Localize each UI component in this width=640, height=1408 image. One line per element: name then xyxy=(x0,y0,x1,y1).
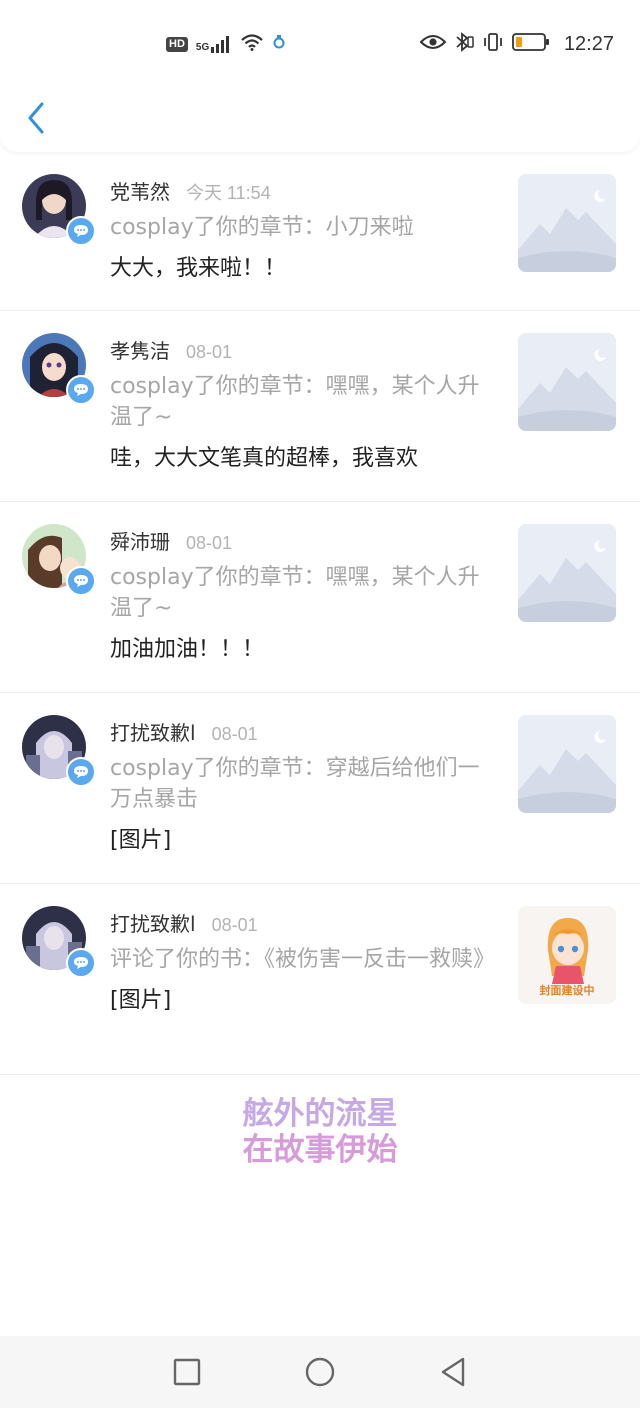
avatar[interactable] xyxy=(22,174,96,246)
image-placeholder-icon xyxy=(518,715,616,813)
user-name[interactable]: 党苇然 xyxy=(110,176,170,205)
vibrate-icon xyxy=(482,31,504,57)
signature-line-1: 舷外的流星 xyxy=(242,1096,398,1132)
user-name[interactable]: 打扰致歉l xyxy=(110,717,196,746)
notification-list: 党苇然 今天 11:54 cosplay了你的章节：小刀来啦 大大，我来啦！！ … xyxy=(0,152,640,1075)
action-text: cosplay了你的章节：嘿嘿，某个人升温了~ xyxy=(110,374,480,430)
action-text: cosplay了你的章节：小刀来啦 xyxy=(110,215,414,240)
chat-bubble-icon xyxy=(66,948,96,978)
chapter-thumbnail[interactable] xyxy=(518,174,616,272)
image-placeholder-icon xyxy=(518,333,616,431)
action-text: cosplay了你的章节：穿越后给他们一万点暴击 xyxy=(110,756,480,812)
signature-line-2: 在故事伊始 xyxy=(242,1132,398,1168)
back-triangle-icon xyxy=(442,1357,465,1387)
nav-back-button[interactable] xyxy=(433,1352,473,1392)
user-name[interactable]: 舜沛珊 xyxy=(110,526,170,555)
list-item[interactable]: 孝隽洁 08-01 cosplay了你的章节：嘿嘿，某个人升温了~ 哇，大大文笔… xyxy=(0,311,640,502)
chat-bubble-icon xyxy=(66,566,96,596)
recent-apps-button[interactable] xyxy=(167,1352,207,1392)
wifi-icon xyxy=(240,33,264,55)
avatar[interactable] xyxy=(22,524,96,596)
avatar[interactable] xyxy=(22,906,96,978)
hd-icon: HD xyxy=(166,36,188,52)
chapter-thumbnail[interactable] xyxy=(518,333,616,431)
comment-text: 加油加油！！！ xyxy=(110,637,265,662)
recent-apps-icon xyxy=(173,1358,200,1386)
timestamp: 08-01 xyxy=(186,533,233,553)
timestamp: 08-01 xyxy=(211,915,258,935)
timestamp: 08-01 xyxy=(211,724,258,744)
chapter-thumbnail[interactable] xyxy=(518,715,616,813)
signal-label: 5G xyxy=(195,42,210,53)
chapter-thumbnail[interactable] xyxy=(518,524,616,622)
status-time: 12:27 xyxy=(563,32,614,55)
home-button[interactable] xyxy=(300,1352,340,1392)
image-placeholder-icon xyxy=(518,524,616,622)
eye-icon xyxy=(419,34,447,54)
notification-icon xyxy=(272,34,286,54)
book-cover-thumbnail[interactable]: 封面建设中 xyxy=(518,906,616,1004)
signature-text: 舷外的流星 在故事伊始 xyxy=(0,1096,640,1168)
battery-icon xyxy=(512,32,550,56)
avatar[interactable] xyxy=(22,333,96,405)
list-item[interactable]: 打扰致歉l 08-01 cosplay了你的章节：穿越后给他们一万点暴击 [图片… xyxy=(0,693,640,884)
user-name[interactable]: 打扰致歉l xyxy=(110,908,196,937)
back-button[interactable] xyxy=(18,98,54,138)
comment-text: 哇，大大文笔真的超棒，我喜欢 xyxy=(110,446,419,471)
chat-bubble-icon xyxy=(66,216,96,246)
avatar[interactable] xyxy=(22,715,96,787)
bluetooth-icon xyxy=(454,31,474,57)
cover-label: 封面建设中 xyxy=(539,984,595,997)
action-text: 评论了你的书：《被伤害一反击一救赎》 xyxy=(110,947,496,972)
comment-text: [图片] xyxy=(110,988,172,1013)
image-placeholder-icon xyxy=(518,174,616,272)
timestamp: 08-01 xyxy=(186,342,233,362)
list-item[interactable]: 党苇然 今天 11:54 cosplay了你的章节：小刀来啦 大大，我来啦！！ xyxy=(0,152,640,311)
list-item[interactable]: 舜沛珊 08-01 cosplay了你的章节：嘿嘿，某个人升温了~ 加油加油！！… xyxy=(0,502,640,693)
comment-text: 大大，我来啦！！ xyxy=(110,256,287,281)
comment-text: [图片] xyxy=(110,828,172,853)
user-name[interactable]: 孝隽洁 xyxy=(110,335,170,364)
system-nav-bar xyxy=(0,1336,640,1408)
chat-bubble-icon xyxy=(66,375,96,405)
page-header xyxy=(0,88,640,152)
list-item[interactable]: 打扰致歉l 08-01 评论了你的书：《被伤害一反击一救赎》 [图片] 封面建设… xyxy=(0,884,640,1075)
chat-bubble-icon xyxy=(66,757,96,787)
chevron-left-icon xyxy=(28,102,44,134)
status-bar: HD 5G 12:27 xyxy=(0,0,640,88)
action-text: cosplay了你的章节：嘿嘿，某个人升温了~ xyxy=(110,565,480,621)
home-icon xyxy=(305,1357,335,1387)
timestamp: 今天 11:54 xyxy=(186,183,271,203)
signal-icon: 5G xyxy=(196,35,232,53)
